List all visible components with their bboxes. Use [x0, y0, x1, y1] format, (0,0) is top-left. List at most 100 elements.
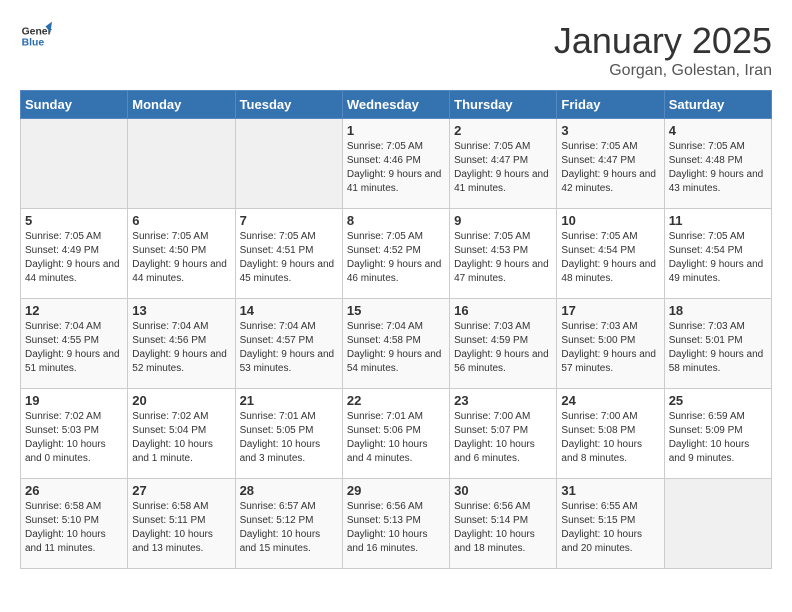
- cell-2-3: 7 Sunrise: 7:05 AM Sunset: 4:51 PM Dayli…: [235, 209, 342, 299]
- day-detail: Sunrise: 6:56 AM Sunset: 5:14 PM Dayligh…: [454, 500, 552, 556]
- calendar-subtitle: Gorgan, Golestan, Iran: [554, 62, 772, 80]
- day-detail: Sunrise: 7:02 AM Sunset: 5:04 PM Dayligh…: [132, 410, 230, 466]
- cell-2-4: 8 Sunrise: 7:05 AM Sunset: 4:52 PM Dayli…: [342, 209, 449, 299]
- cell-5-6: 31 Sunrise: 6:55 AM Sunset: 5:15 PM Dayl…: [557, 479, 664, 569]
- day-number: 30: [454, 483, 552, 498]
- cell-5-2: 27 Sunrise: 6:58 AM Sunset: 5:11 PM Dayl…: [128, 479, 235, 569]
- day-detail: Sunrise: 7:05 AM Sunset: 4:54 PM Dayligh…: [561, 230, 659, 286]
- title-block: January 2025 Gorgan, Golestan, Iran: [554, 20, 772, 80]
- cell-5-3: 28 Sunrise: 6:57 AM Sunset: 5:12 PM Dayl…: [235, 479, 342, 569]
- day-number: 19: [25, 393, 123, 408]
- day-number: 20: [132, 393, 230, 408]
- day-detail: Sunrise: 6:58 AM Sunset: 5:10 PM Dayligh…: [25, 500, 123, 556]
- day-number: 7: [240, 213, 338, 228]
- day-number: 23: [454, 393, 552, 408]
- header-saturday: Saturday: [664, 91, 771, 119]
- day-detail: Sunrise: 7:04 AM Sunset: 4:56 PM Dayligh…: [132, 320, 230, 376]
- day-detail: Sunrise: 7:03 AM Sunset: 4:59 PM Dayligh…: [454, 320, 552, 376]
- cell-1-5: 2 Sunrise: 7:05 AM Sunset: 4:47 PM Dayli…: [450, 119, 557, 209]
- cell-3-7: 18 Sunrise: 7:03 AM Sunset: 5:01 PM Dayl…: [664, 299, 771, 389]
- cell-2-7: 11 Sunrise: 7:05 AM Sunset: 4:54 PM Dayl…: [664, 209, 771, 299]
- header-friday: Friday: [557, 91, 664, 119]
- day-detail: Sunrise: 7:04 AM Sunset: 4:57 PM Dayligh…: [240, 320, 338, 376]
- header-row: Sunday Monday Tuesday Wednesday Thursday…: [21, 91, 772, 119]
- week-row-5: 26 Sunrise: 6:58 AM Sunset: 5:10 PM Dayl…: [21, 479, 772, 569]
- day-number: 29: [347, 483, 445, 498]
- cell-3-1: 12 Sunrise: 7:04 AM Sunset: 4:55 PM Dayl…: [21, 299, 128, 389]
- day-number: 28: [240, 483, 338, 498]
- day-number: 5: [25, 213, 123, 228]
- day-detail: Sunrise: 6:55 AM Sunset: 5:15 PM Dayligh…: [561, 500, 659, 556]
- day-detail: Sunrise: 7:03 AM Sunset: 5:00 PM Dayligh…: [561, 320, 659, 376]
- cell-4-1: 19 Sunrise: 7:02 AM Sunset: 5:03 PM Dayl…: [21, 389, 128, 479]
- day-number: 8: [347, 213, 445, 228]
- day-number: 4: [669, 123, 767, 138]
- cell-4-4: 22 Sunrise: 7:01 AM Sunset: 5:06 PM Dayl…: [342, 389, 449, 479]
- header-thursday: Thursday: [450, 91, 557, 119]
- day-number: 25: [669, 393, 767, 408]
- cell-2-1: 5 Sunrise: 7:05 AM Sunset: 4:49 PM Dayli…: [21, 209, 128, 299]
- cell-3-6: 17 Sunrise: 7:03 AM Sunset: 5:00 PM Dayl…: [557, 299, 664, 389]
- day-detail: Sunrise: 7:05 AM Sunset: 4:47 PM Dayligh…: [454, 140, 552, 196]
- day-number: 18: [669, 303, 767, 318]
- cell-4-5: 23 Sunrise: 7:00 AM Sunset: 5:07 PM Dayl…: [450, 389, 557, 479]
- day-number: 26: [25, 483, 123, 498]
- cell-1-4: 1 Sunrise: 7:05 AM Sunset: 4:46 PM Dayli…: [342, 119, 449, 209]
- day-detail: Sunrise: 7:00 AM Sunset: 5:08 PM Dayligh…: [561, 410, 659, 466]
- svg-text:Blue: Blue: [22, 38, 45, 49]
- calendar-header: Sunday Monday Tuesday Wednesday Thursday…: [21, 91, 772, 119]
- day-number: 9: [454, 213, 552, 228]
- day-detail: Sunrise: 7:05 AM Sunset: 4:48 PM Dayligh…: [669, 140, 767, 196]
- cell-3-3: 14 Sunrise: 7:04 AM Sunset: 4:57 PM Dayl…: [235, 299, 342, 389]
- day-number: 15: [347, 303, 445, 318]
- day-number: 13: [132, 303, 230, 318]
- cell-4-7: 25 Sunrise: 6:59 AM Sunset: 5:09 PM Dayl…: [664, 389, 771, 479]
- day-detail: Sunrise: 7:04 AM Sunset: 4:58 PM Dayligh…: [347, 320, 445, 376]
- day-detail: Sunrise: 7:05 AM Sunset: 4:52 PM Dayligh…: [347, 230, 445, 286]
- page-header: General Blue January 2025 Gorgan, Golest…: [20, 20, 772, 80]
- week-row-4: 19 Sunrise: 7:02 AM Sunset: 5:03 PM Dayl…: [21, 389, 772, 479]
- day-detail: Sunrise: 7:01 AM Sunset: 5:06 PM Dayligh…: [347, 410, 445, 466]
- calendar-title: January 2025: [554, 20, 772, 62]
- day-detail: Sunrise: 6:59 AM Sunset: 5:09 PM Dayligh…: [669, 410, 767, 466]
- day-detail: Sunrise: 7:05 AM Sunset: 4:53 PM Dayligh…: [454, 230, 552, 286]
- day-detail: Sunrise: 6:56 AM Sunset: 5:13 PM Dayligh…: [347, 500, 445, 556]
- day-number: 10: [561, 213, 659, 228]
- day-detail: Sunrise: 7:05 AM Sunset: 4:49 PM Dayligh…: [25, 230, 123, 286]
- day-number: 1: [347, 123, 445, 138]
- day-number: 21: [240, 393, 338, 408]
- logo: General Blue: [20, 20, 52, 52]
- day-number: 2: [454, 123, 552, 138]
- cell-2-6: 10 Sunrise: 7:05 AM Sunset: 4:54 PM Dayl…: [557, 209, 664, 299]
- cell-5-4: 29 Sunrise: 6:56 AM Sunset: 5:13 PM Dayl…: [342, 479, 449, 569]
- calendar-body: 1 Sunrise: 7:05 AM Sunset: 4:46 PM Dayli…: [21, 119, 772, 569]
- day-number: 22: [347, 393, 445, 408]
- week-row-2: 5 Sunrise: 7:05 AM Sunset: 4:49 PM Dayli…: [21, 209, 772, 299]
- day-detail: Sunrise: 7:05 AM Sunset: 4:50 PM Dayligh…: [132, 230, 230, 286]
- day-detail: Sunrise: 7:00 AM Sunset: 5:07 PM Dayligh…: [454, 410, 552, 466]
- cell-3-4: 15 Sunrise: 7:04 AM Sunset: 4:58 PM Dayl…: [342, 299, 449, 389]
- week-row-3: 12 Sunrise: 7:04 AM Sunset: 4:55 PM Dayl…: [21, 299, 772, 389]
- header-tuesday: Tuesday: [235, 91, 342, 119]
- day-number: 27: [132, 483, 230, 498]
- cell-5-7: [664, 479, 771, 569]
- cell-1-1: [21, 119, 128, 209]
- day-detail: Sunrise: 7:03 AM Sunset: 5:01 PM Dayligh…: [669, 320, 767, 376]
- cell-2-5: 9 Sunrise: 7:05 AM Sunset: 4:53 PM Dayli…: [450, 209, 557, 299]
- header-sunday: Sunday: [21, 91, 128, 119]
- logo-icon: General Blue: [20, 20, 52, 52]
- day-detail: Sunrise: 6:58 AM Sunset: 5:11 PM Dayligh…: [132, 500, 230, 556]
- day-number: 17: [561, 303, 659, 318]
- cell-5-5: 30 Sunrise: 6:56 AM Sunset: 5:14 PM Dayl…: [450, 479, 557, 569]
- day-detail: Sunrise: 7:02 AM Sunset: 5:03 PM Dayligh…: [25, 410, 123, 466]
- cell-1-3: [235, 119, 342, 209]
- cell-1-7: 4 Sunrise: 7:05 AM Sunset: 4:48 PM Dayli…: [664, 119, 771, 209]
- day-detail: Sunrise: 7:01 AM Sunset: 5:05 PM Dayligh…: [240, 410, 338, 466]
- day-number: 24: [561, 393, 659, 408]
- day-number: 31: [561, 483, 659, 498]
- week-row-1: 1 Sunrise: 7:05 AM Sunset: 4:46 PM Dayli…: [21, 119, 772, 209]
- cell-4-6: 24 Sunrise: 7:00 AM Sunset: 5:08 PM Dayl…: [557, 389, 664, 479]
- day-detail: Sunrise: 7:05 AM Sunset: 4:47 PM Dayligh…: [561, 140, 659, 196]
- cell-5-1: 26 Sunrise: 6:58 AM Sunset: 5:10 PM Dayl…: [21, 479, 128, 569]
- day-detail: Sunrise: 7:05 AM Sunset: 4:54 PM Dayligh…: [669, 230, 767, 286]
